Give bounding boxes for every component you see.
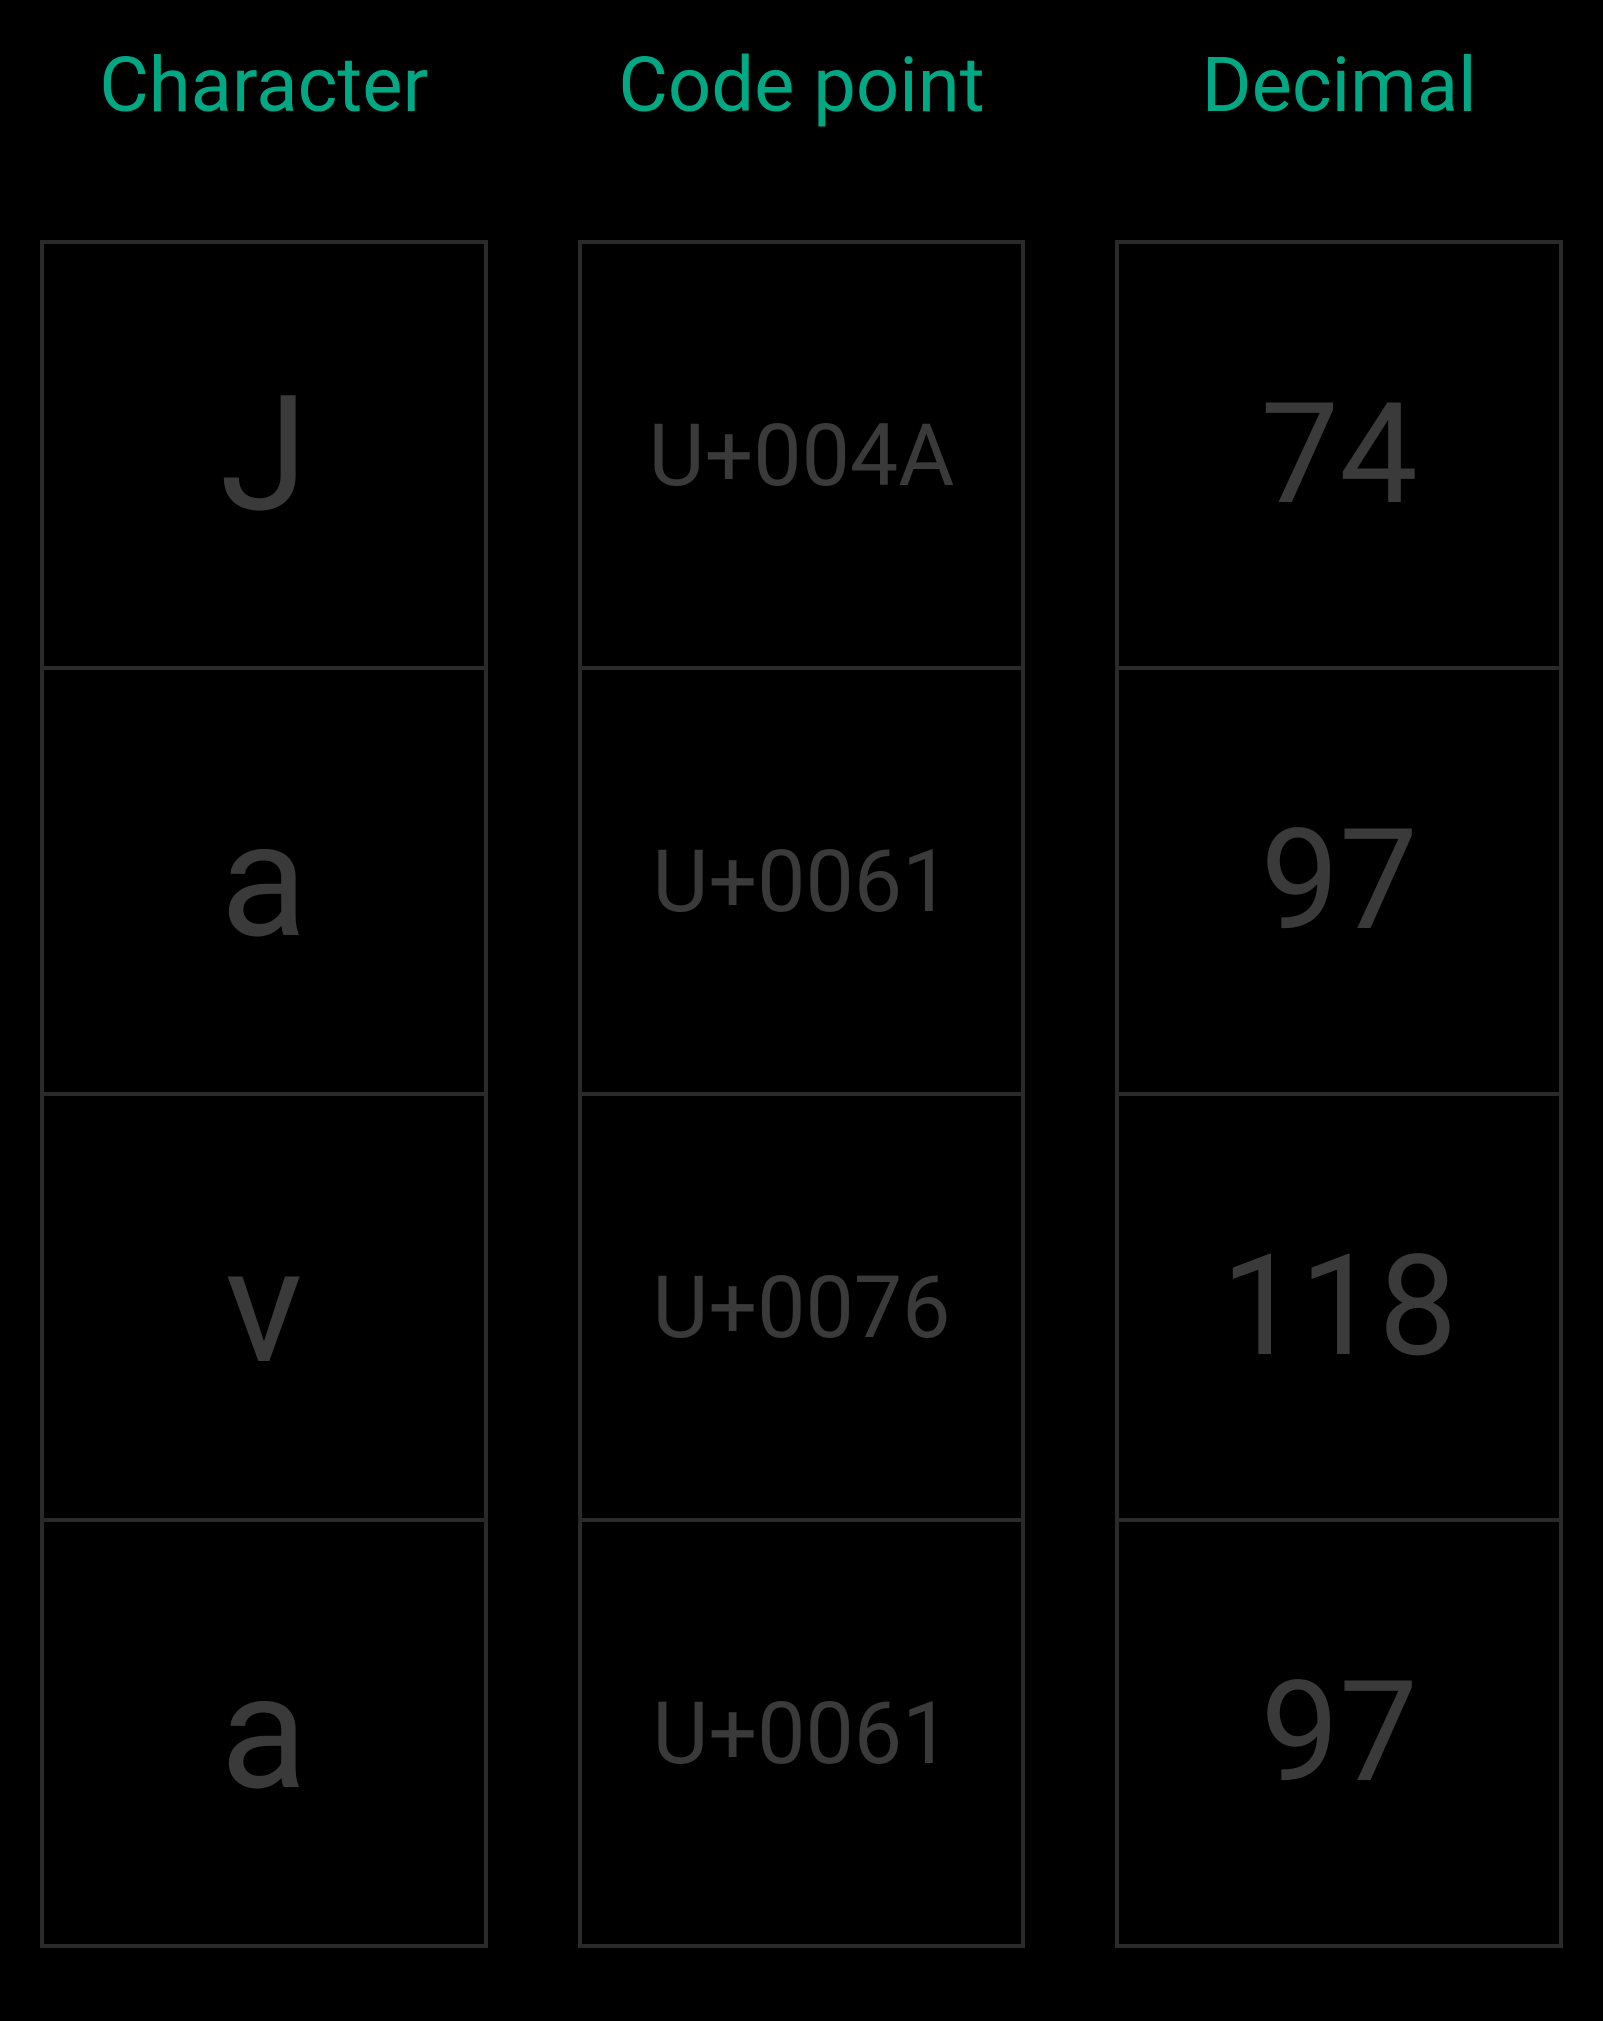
character-cells: J a v a [40, 240, 488, 1944]
character-cell: J [40, 240, 488, 670]
character-header: Character [99, 40, 428, 130]
codepoint-cell: U+004A [578, 240, 1026, 670]
codepoint-cell: U+0076 [578, 1092, 1026, 1522]
character-cell: v [40, 1092, 488, 1522]
codepoint-cells: U+004A U+0061 U+0076 U+0061 [578, 240, 1026, 1944]
decimal-cell: 74 [1115, 240, 1563, 670]
decimal-cell: 97 [1115, 666, 1563, 1096]
decimal-column: Decimal 74 97 118 97 [1115, 40, 1563, 1944]
codepoint-cell: U+0061 [578, 1518, 1026, 1948]
decimal-cells: 74 97 118 97 [1115, 240, 1563, 1944]
codepoint-column: Code point U+004A U+0061 U+0076 U+0061 [578, 40, 1026, 1944]
codepoint-header: Code point [618, 40, 984, 130]
decimal-header: Decimal [1202, 40, 1477, 130]
character-cell: a [40, 1518, 488, 1948]
character-cell: a [40, 666, 488, 1096]
encoding-table: Character J a v a Code point U+004A U+00… [0, 0, 1603, 1944]
decimal-cell: 97 [1115, 1518, 1563, 1948]
codepoint-cell: U+0061 [578, 666, 1026, 1096]
character-column: Character J a v a [40, 40, 488, 1944]
decimal-cell: 118 [1115, 1092, 1563, 1522]
